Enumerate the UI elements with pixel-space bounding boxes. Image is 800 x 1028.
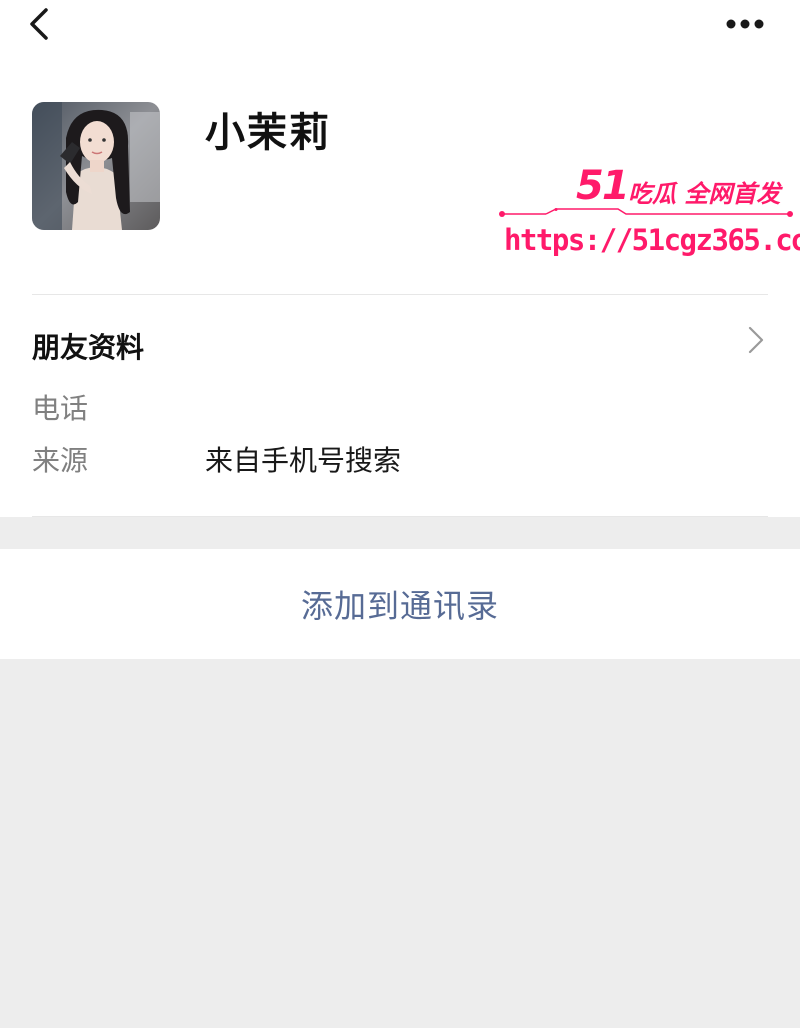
bottom-divider: [32, 516, 768, 517]
back-button[interactable]: [24, 4, 60, 44]
source-value: 来自手机号搜索: [205, 444, 402, 477]
add-to-contacts-button[interactable]: 添加到通讯录: [0, 549, 800, 659]
avatar[interactable]: [32, 102, 160, 230]
more-horizontal-icon: [726, 19, 764, 29]
watermark-brand-tag: 吃瓜 全网首发: [628, 180, 781, 208]
more-button[interactable]: [718, 4, 772, 42]
phone-label: 电话: [32, 392, 89, 425]
watermark-circuit-line: [499, 208, 793, 217]
nickname: 小茉莉: [205, 110, 331, 156]
friend-info-label: 朋友资料: [32, 331, 145, 364]
watermark-brand-number: 51: [576, 163, 630, 209]
watermark-url: https://51cgz365.com: [504, 223, 800, 257]
avatar-photo: [32, 102, 160, 230]
watermark: 51 吃瓜 全网首发 https://51cgz365.com: [490, 160, 800, 270]
chevron-right-icon: [748, 326, 764, 354]
action-card: 添加到通讯录: [0, 549, 800, 659]
source-label: 来源: [32, 444, 89, 477]
chevron-left-icon: [30, 8, 48, 40]
section-divider: [32, 294, 768, 295]
friend-info-row[interactable]: 朋友资料: [0, 318, 800, 380]
profile-card: 小茉莉 51 吃瓜 全网首发 https://51cgz365.com 朋友资料…: [0, 0, 800, 517]
